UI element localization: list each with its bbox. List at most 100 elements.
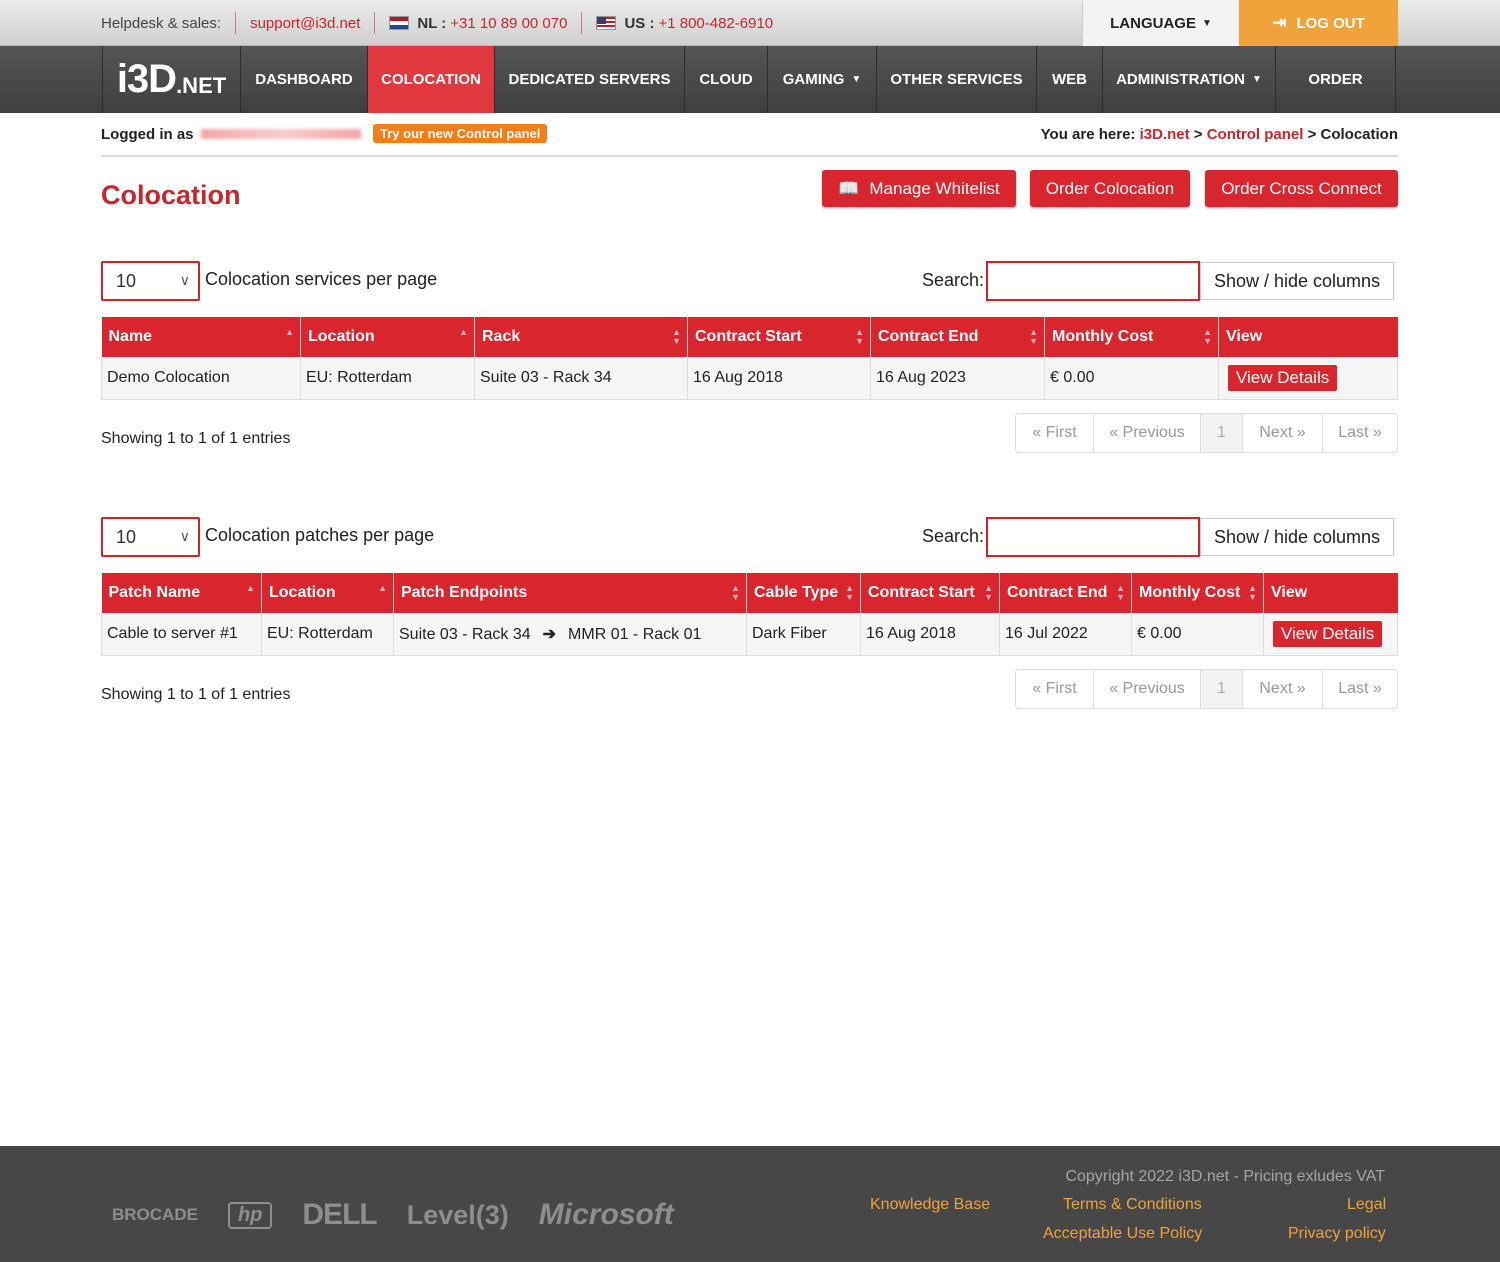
sort-icon: ▲ ▼ (731, 583, 740, 602)
col-view: View (1263, 573, 1398, 613)
services-search-label: Search: (922, 270, 985, 290)
view-details-button[interactable]: View Details (1228, 364, 1338, 391)
book-icon: 📖 (838, 178, 860, 198)
logout-button[interactable]: ⇥ LOG OUT (1239, 0, 1398, 46)
partner-logos: BROCADE hp DELL Level(3) Microsoft (112, 1198, 704, 1232)
us-flag-icon (596, 16, 617, 30)
services-showhide-button[interactable]: Show / hide columns (1200, 262, 1394, 300)
logout-label: LOG OUT (1296, 14, 1365, 32)
services-section: 10 ∨ Colocation services per page Search… (101, 261, 1398, 461)
info-bar: Logged in as Try our new Control panel Y… (101, 113, 1398, 157)
dell-logo: DELL (302, 1198, 377, 1231)
footer-terms-link[interactable]: Terms & Conditions (1063, 1196, 1202, 1214)
col-contract-end[interactable]: Contract End ▲ ▼ (999, 573, 1132, 613)
footer-knowledge-base-link[interactable]: Knowledge Base (870, 1196, 990, 1214)
sort-icon: ▲ (378, 583, 387, 593)
logout-icon: ⇥ (1272, 13, 1287, 32)
pager-next[interactable]: Next » (1243, 670, 1323, 708)
col-contract-end[interactable]: Contract End ▲ ▼ (870, 317, 1045, 357)
services-per-page-select[interactable]: 10 ∨ (101, 261, 200, 301)
nl-code: NL : (417, 14, 447, 32)
hp-logo: hp (227, 1201, 273, 1229)
sort-icon: ▲ ▼ (672, 327, 681, 346)
services-per-page-label: Colocation services per page (205, 269, 438, 289)
pager-next[interactable]: Next » (1243, 414, 1323, 452)
col-patch-name[interactable]: Patch Name ▲ (101, 573, 262, 613)
pager-last[interactable]: Last » (1323, 414, 1397, 452)
level3-logo: Level(3) (406, 1199, 509, 1230)
sort-icon: ▲ (285, 327, 294, 337)
language-button[interactable]: LANGUAGE ▼ (1082, 0, 1239, 46)
patches-showhide-button[interactable]: Show / hide columns (1200, 518, 1394, 556)
page-title: Colocation (101, 180, 241, 210)
col-contract-start[interactable]: Contract Start ▲ ▼ (860, 573, 1000, 613)
nav-colocation[interactable]: COLOCATION (368, 46, 495, 113)
sort-icon: ▲ ▼ (984, 583, 993, 602)
pager-first[interactable]: « First (1016, 670, 1094, 708)
nl-phone-link[interactable]: +31 10 89 00 070 (450, 15, 567, 32)
sort-icon: ▲ (459, 327, 468, 337)
sort-icon: ▲ ▼ (1248, 583, 1257, 602)
patches-table: Patch Name ▲ Location ▲ Patch Endpoints ▲ ▼ … (101, 573, 1398, 656)
footer-privacy-link[interactable]: Privacy policy (1288, 1225, 1386, 1243)
patches-search-label: Search: (922, 526, 985, 546)
col-monthly-cost[interactable]: Monthly Cost ▲ ▼ (1131, 573, 1264, 613)
main-navbar: i3D .NET DASHBOARD COLOCATION DEDICATED S… (0, 46, 1500, 113)
order-colocation-button[interactable]: Order Colocation (1030, 170, 1190, 207)
nav-other-services[interactable]: OTHER SERVICES (877, 46, 1037, 113)
nav-dashboard[interactable]: DASHBOARD (241, 46, 368, 113)
col-monthly-cost[interactable]: Monthly Cost ▲ ▼ (1044, 317, 1219, 357)
sort-icon: ▲ ▼ (1116, 583, 1125, 602)
patches-search-input[interactable] (986, 517, 1200, 557)
services-search-input[interactable] (986, 261, 1200, 301)
patches-section: 10 ∨ Colocation patches per page Search:… (101, 517, 1398, 717)
pager-last[interactable]: Last » (1323, 670, 1397, 708)
col-contract-start[interactable]: Contract Start ▲ ▼ (687, 317, 871, 357)
footer-legal-link[interactable]: Legal (1347, 1196, 1386, 1214)
col-patch-endpoints[interactable]: Patch Endpoints ▲ ▼ (393, 573, 747, 613)
col-cable-type[interactable]: Cable Type ▲ ▼ (746, 573, 861, 613)
col-rack[interactable]: Rack ▲ ▼ (474, 317, 688, 357)
redacted-username (201, 129, 361, 139)
breadcrumb-i3d[interactable]: i3D.net (1140, 126, 1190, 143)
brocade-logo: BROCADE (112, 1205, 198, 1224)
view-details-button[interactable]: View Details (1273, 620, 1383, 647)
i3d-logo[interactable]: i3D .NET (102, 46, 241, 113)
try-new-panel-badge[interactable]: Try our new Control panel (373, 124, 548, 143)
caret-down-icon: ▼ (1201, 17, 1212, 29)
top-bar: Helpdesk & sales: support@i3d.net NL : +… (0, 0, 1500, 46)
patches-per-page-select[interactable]: 10 ∨ (101, 517, 200, 557)
order-cross-connect-button[interactable]: Order Cross Connect (1205, 170, 1398, 207)
pager-page-1[interactable]: 1 (1201, 414, 1243, 452)
nav-dedicated-servers[interactable]: DEDICATED SERVERS (495, 46, 685, 113)
patches-showing-info: Showing 1 to 1 of 1 entries (101, 686, 291, 703)
sort-icon: ▲ ▼ (855, 327, 864, 346)
logged-in-label: Logged in as (101, 126, 194, 143)
services-pagination: « First « Previous 1 Next » Last » (1015, 413, 1398, 453)
col-location[interactable]: Location ▲ (261, 573, 394, 613)
services-showing-info: Showing 1 to 1 of 1 entries (101, 430, 291, 447)
patches-pagination: « First « Previous 1 Next » Last » (1015, 669, 1398, 709)
services-table: Name ▲ Location ▲ Rack ▲ ▼ Contract Start ▲ ▼ … (101, 317, 1398, 400)
nav-order[interactable]: ORDER (1276, 46, 1396, 113)
us-phone-link[interactable]: +1 800-482-6910 (658, 15, 773, 32)
pager-previous[interactable]: « Previous (1094, 670, 1201, 708)
arrow-right-icon: ➔ (542, 625, 557, 643)
nav-web[interactable]: WEB (1037, 46, 1103, 113)
copyright-text: Copyright 2022 i3D.net - Pricing exludes… (1065, 1168, 1385, 1185)
sort-icon: ▲ ▼ (1203, 327, 1212, 346)
nav-gaming[interactable]: GAMING ▼ (768, 46, 877, 113)
support-email-link[interactable]: support@i3d.net (250, 15, 360, 32)
breadcrumb-control-panel[interactable]: Control panel (1207, 126, 1304, 143)
language-label: LANGUAGE (1110, 14, 1196, 32)
pager-page-1[interactable]: 1 (1201, 670, 1243, 708)
footer-aup-link[interactable]: Acceptable Use Policy (1043, 1225, 1202, 1243)
breadcrumb-current: Colocation (1320, 126, 1399, 143)
col-location[interactable]: Location ▲ (300, 317, 475, 357)
pager-first[interactable]: « First (1016, 414, 1094, 452)
nav-administration[interactable]: ADMINISTRATION ▼ (1103, 46, 1276, 113)
manage-whitelist-button[interactable]: 📖 Manage Whitelist (822, 170, 1016, 207)
col-name[interactable]: Name ▲ (101, 317, 301, 357)
nav-cloud[interactable]: CLOUD (685, 46, 768, 113)
pager-previous[interactable]: « Previous (1094, 414, 1201, 452)
